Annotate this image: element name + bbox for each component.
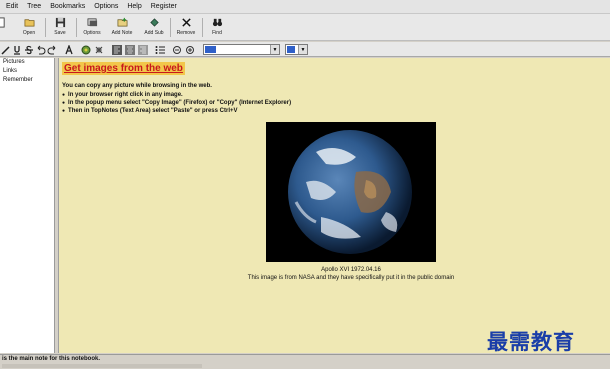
align-right-icon: [137, 44, 148, 55]
open-button[interactable]: Open: [15, 16, 43, 39]
menu-edit[interactable]: Edit: [6, 3, 18, 10]
note-title-link[interactable]: Get images from the web: [62, 62, 185, 75]
main-toolbar: Open Save Options Add Note Add Sub Remov…: [0, 14, 610, 41]
tree-item-pictures[interactable]: Pictures: [0, 58, 54, 67]
add-note-label: Add Note: [111, 30, 133, 36]
add-sub-button[interactable]: Add Sub: [140, 16, 168, 39]
list-item: In your browser right click in any image…: [62, 91, 291, 99]
remove-button[interactable]: Remove: [172, 16, 200, 39]
remove-label: Remove: [176, 30, 196, 36]
menu-register[interactable]: Register: [151, 3, 177, 10]
pen-button[interactable]: [0, 44, 11, 55]
chevron-down-icon[interactable]: ▼: [270, 45, 279, 54]
strikethrough-icon: [24, 45, 33, 54]
align-center-icon: [124, 44, 135, 55]
document-icon: [0, 17, 5, 28]
options-icon: [87, 18, 97, 27]
outdent-icon: [185, 45, 194, 54]
toolbar-separator: [76, 18, 77, 37]
image-credit: This image is from NASA and they have sp…: [247, 275, 455, 281]
bullet-list-button[interactable]: [154, 44, 165, 55]
underline-button[interactable]: [11, 44, 22, 55]
menu-bar: Edit Tree Bookmarks Options Help Registe…: [0, 0, 610, 14]
font-combo-selection: [205, 46, 216, 53]
toolbar-partial-button[interactable]: [0, 16, 14, 39]
options-button[interactable]: Options: [78, 16, 106, 39]
menu-tree[interactable]: Tree: [27, 3, 41, 10]
list-icon: [155, 45, 165, 54]
note-intro-text: You can copy any picture while browsing …: [62, 83, 212, 89]
remove-x-icon: [181, 18, 191, 27]
add-note-button[interactable]: Add Note: [108, 16, 136, 39]
options-label: Options: [83, 30, 101, 36]
open-folder-icon: [24, 19, 34, 27]
tree-item-remember[interactable]: Remember: [0, 76, 54, 85]
find-button[interactable]: Find: [203, 16, 231, 39]
chevron-down-icon[interactable]: ▼: [298, 45, 307, 54]
strikethrough-button[interactable]: [23, 44, 34, 55]
watermark-logo: 最需教育: [487, 329, 575, 354]
earth-image: [266, 122, 436, 262]
font-combo[interactable]: ▼: [203, 44, 280, 55]
picture-icon: [81, 45, 90, 54]
find-label: Find: [212, 30, 222, 36]
pen-icon: [0, 45, 10, 55]
font-button[interactable]: [63, 44, 74, 55]
menu-help[interactable]: Help: [127, 3, 141, 10]
format-toolbar: ▼ ▼: [0, 42, 610, 57]
link-icon: [95, 46, 102, 53]
color-combo-selection: [287, 46, 295, 53]
indent-button[interactable]: [171, 44, 182, 55]
save-button[interactable]: Save: [46, 16, 74, 39]
toolbar-separator: [170, 18, 171, 37]
list-item: Then in TopNotes (Text Area) select "Pas…: [62, 107, 291, 115]
redo-icon: [47, 45, 55, 54]
image-caption: Apollo XVI 1972.04.16: [321, 267, 381, 273]
notes-tree: Pictures Links Remember: [0, 58, 55, 353]
insert-picture-button[interactable]: [80, 44, 91, 55]
align-center-button[interactable]: [124, 44, 135, 55]
save-disk-icon: [55, 17, 65, 28]
earth-photo: [266, 122, 436, 262]
redo-button[interactable]: [46, 44, 57, 55]
tree-item-links[interactable]: Links: [0, 67, 54, 76]
align-left-button[interactable]: [111, 44, 122, 55]
add-sub-label: Add Sub: [144, 30, 164, 36]
font-a-icon: [64, 44, 73, 54]
align-left-icon: [111, 44, 122, 55]
list-item: In the popup menu select "Copy Image" (F…: [62, 99, 291, 107]
color-combo[interactable]: ▼: [285, 44, 308, 55]
save-label: Save: [54, 30, 66, 36]
outdent-button[interactable]: [184, 44, 195, 55]
status-text: is the main note for this notebook.: [2, 356, 101, 362]
align-right-button[interactable]: [137, 44, 148, 55]
add-note-icon: [117, 17, 127, 27]
menu-bookmarks[interactable]: Bookmarks: [50, 3, 85, 10]
indent-icon: [172, 45, 181, 54]
underline-icon: [13, 45, 20, 55]
undo-icon: [37, 45, 45, 54]
note-text-area[interactable]: Get images from the web You can copy any…: [59, 58, 610, 353]
add-sub-icon: [149, 18, 159, 27]
binoculars-icon: [212, 18, 222, 27]
open-label: Open: [22, 30, 36, 36]
menu-options[interactable]: Options: [94, 3, 118, 10]
status-secondary-line: [2, 364, 202, 368]
status-bar: is the main note for this notebook.: [0, 354, 610, 369]
undo-button[interactable]: [35, 44, 46, 55]
note-bullet-list: In your browser right click in any image…: [62, 91, 291, 115]
insert-link-button[interactable]: [93, 44, 104, 55]
